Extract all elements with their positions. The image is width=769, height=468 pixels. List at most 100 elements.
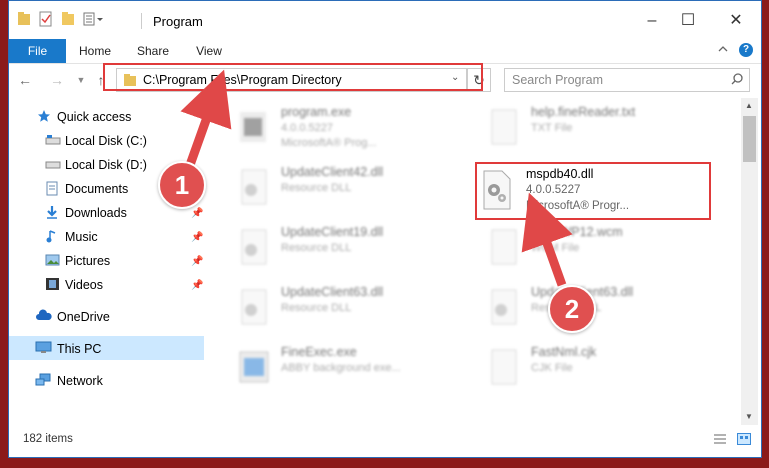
file-item[interactable]: FineExec.exe ABBY background exe... — [218, 342, 458, 392]
file-description: MicrosoftA® Progr... — [526, 200, 630, 212]
dll-icon — [483, 170, 511, 210]
dll-icon — [241, 289, 267, 325]
file-name: mspdb40.dll — [526, 167, 594, 181]
new-folder-icon[interactable] — [61, 11, 75, 27]
file-item[interactable]: UpdateClient42.dll Resource DLL — [218, 162, 458, 212]
title-separator — [141, 13, 142, 29]
videos-icon — [46, 278, 59, 290]
file-type: CJK File — [531, 362, 573, 374]
chevron-up-icon[interactable] — [717, 42, 729, 56]
sidebar-item-label: Pictures — [65, 254, 111, 268]
step-badge-1: 1 — [158, 161, 206, 209]
sidebar-item-label: Downloads — [65, 206, 127, 220]
help-icon[interactable]: ? — [739, 43, 753, 57]
sidebar-item-label: Music — [65, 230, 98, 244]
title-bar: Program – ☐ ✕ — [9, 1, 761, 39]
txt-icon — [491, 109, 517, 145]
music-icon — [46, 230, 56, 243]
exe-icon — [239, 351, 269, 383]
search-icon — [731, 73, 743, 85]
status-bar: 182 items — [9, 425, 761, 457]
file-item[interactable]: UpdateClient19.dll Resource DLL — [218, 222, 458, 272]
file-type: WCM File — [531, 242, 580, 254]
sidebar-item-label: Documents — [65, 182, 129, 196]
computer-icon — [35, 341, 52, 353]
item-count: 182 items — [23, 433, 73, 445]
recent-locations-icon[interactable]: ▼ — [71, 70, 91, 90]
file-name: UpdateClient63.dll — [281, 285, 384, 299]
file-name: FineExec.exe — [281, 345, 357, 359]
large-icons-view-icon[interactable] — [737, 433, 751, 445]
documents-icon — [46, 181, 58, 196]
exe-icon — [240, 112, 266, 142]
download-icon — [47, 206, 57, 219]
drive-icon — [45, 161, 61, 169]
window-title: Program — [153, 14, 203, 29]
file-name: help.fineReader.txt — [531, 105, 636, 119]
file-version: 4.0.0.5227 — [281, 122, 333, 134]
properties-icon[interactable] — [39, 11, 53, 27]
scrollbar-thumb[interactable] — [743, 116, 756, 162]
sidebar-item-label: Local Disk (D:) — [65, 158, 147, 172]
ribbon: File Home Share View ? — [9, 39, 761, 64]
sidebar-item-label: OneDrive — [57, 310, 110, 324]
dll-icon — [241, 169, 267, 205]
file-type: TXT File — [531, 122, 573, 134]
pin-icon[interactable]: 📌 — [191, 280, 203, 291]
sidebar-item-label: Local Disk (C:) — [65, 134, 147, 148]
file-type: Resource DLL — [281, 242, 352, 254]
tab-share[interactable]: Share — [131, 39, 175, 63]
forward-arrow-icon[interactable]: → — [47, 70, 67, 90]
back-arrow-icon[interactable]: ← — [15, 70, 35, 90]
drive-icon — [45, 135, 61, 145]
file-item[interactable]: program.exe 4.0.0.5227 MicrosoftA® Prog.… — [218, 102, 458, 152]
target-file-mspdb40[interactable]: mspdb40.dll 4.0.0.5227 MicrosoftA® Progr… — [476, 164, 706, 216]
file-type: Resource DLL — [281, 182, 352, 194]
address-highlight-box — [103, 63, 483, 91]
dll-icon — [491, 289, 517, 325]
cloud-icon — [36, 309, 52, 320]
file-description: MicrosoftA® Prog... — [281, 137, 377, 149]
sidebar-item-label: Network — [57, 374, 103, 388]
file-type: ABBY background exe... — [281, 362, 401, 374]
file-type: Resource DLL — [281, 302, 352, 314]
scroll-down-icon[interactable]: ▼ — [745, 412, 753, 421]
file-name: ScanWP12.wcm — [531, 225, 623, 239]
file-icon — [491, 229, 517, 265]
file-name: UpdateClient19.dll — [281, 225, 384, 239]
step-badge-2: 2 — [548, 285, 596, 333]
dll-icon — [241, 229, 267, 265]
maximize-button[interactable]: ☐ — [673, 9, 703, 33]
file-list: program.exe 4.0.0.5227 MicrosoftA® Prog.… — [214, 98, 739, 425]
folder-icon[interactable] — [17, 11, 31, 27]
pin-icon[interactable]: 📌 — [191, 232, 203, 243]
tab-view[interactable]: View — [189, 39, 229, 63]
tab-home[interactable]: Home — [73, 39, 117, 63]
file-item[interactable]: help.fineReader.txt TXT File — [468, 102, 708, 152]
file-item[interactable]: FastNml.cjk CJK File — [468, 342, 708, 392]
file-icon — [491, 349, 517, 385]
vertical-scrollbar[interactable]: ▲ ▼ — [741, 98, 758, 425]
file-item[interactable]: UpdateClient63.dll Resource DLL — [218, 282, 458, 332]
close-button[interactable]: ✕ — [721, 9, 751, 33]
network-icon — [35, 373, 51, 386]
customize-toolbar-icon[interactable] — [83, 11, 105, 27]
search-placeholder: Search Program — [512, 73, 604, 87]
sidebar-item-label: Videos — [65, 278, 103, 292]
file-name: program.exe — [281, 105, 352, 119]
minimize-button[interactable]: – — [637, 9, 667, 33]
sidebar-item-label: Quick access — [57, 110, 132, 124]
scroll-up-icon[interactable]: ▲ — [745, 101, 753, 110]
file-name: FastNml.cjk — [531, 345, 597, 359]
pin-icon[interactable]: 📌 — [191, 208, 203, 219]
tab-file[interactable]: File — [9, 39, 66, 63]
pin-icon[interactable]: 📌 — [191, 256, 203, 267]
file-version: 4.0.0.5227 — [526, 184, 581, 196]
file-name: UpdateClient42.dll — [281, 165, 384, 179]
navigation-pane: Quick access Local Disk (C:) Local Disk … — [9, 98, 207, 425]
pictures-icon — [45, 254, 60, 266]
search-input[interactable]: Search Program — [504, 68, 750, 92]
file-item[interactable]: ScanWP12.wcm WCM File — [468, 222, 708, 272]
details-view-icon[interactable] — [713, 433, 727, 445]
sidebar-item-label: This PC — [57, 342, 102, 356]
